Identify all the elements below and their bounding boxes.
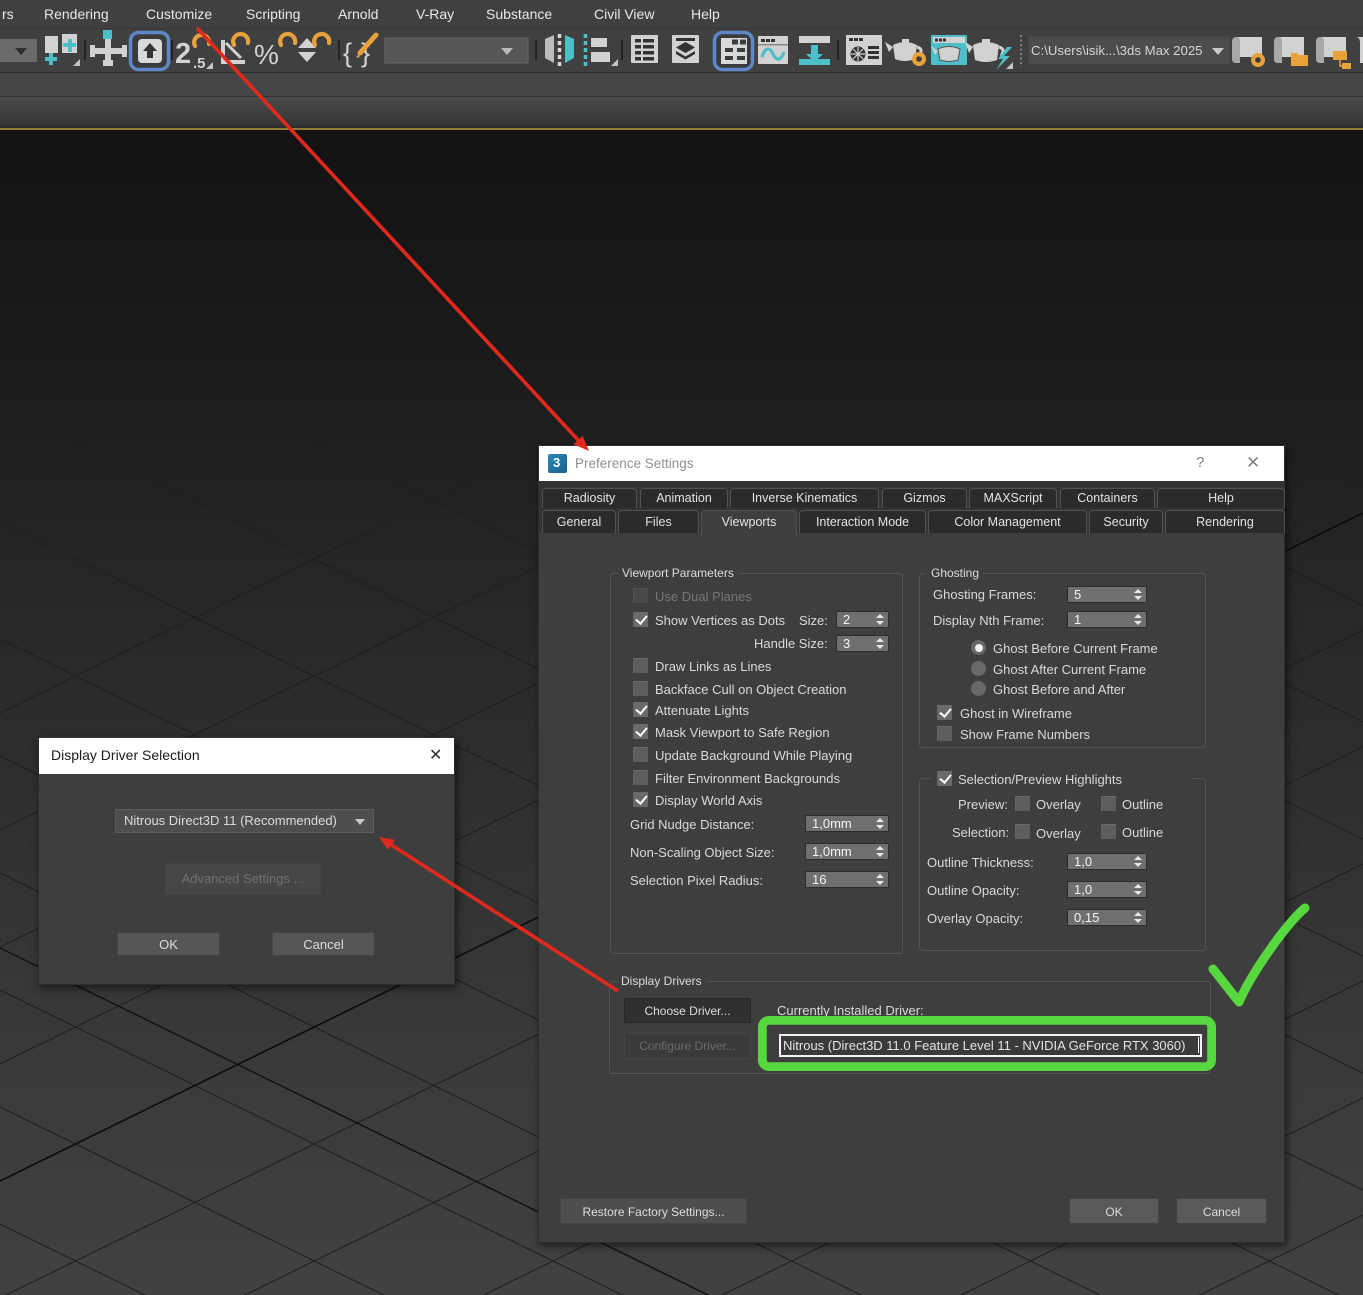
svg-text:.5: .5	[193, 55, 206, 72]
svg-text:C:\Users\isik...\3ds Max 2025: C:\Users\isik...\3ds Max 2025	[1031, 43, 1203, 58]
svg-text:{: {	[343, 38, 352, 68]
svg-text:%: %	[254, 39, 279, 70]
svg-text:2: 2	[175, 38, 191, 70]
